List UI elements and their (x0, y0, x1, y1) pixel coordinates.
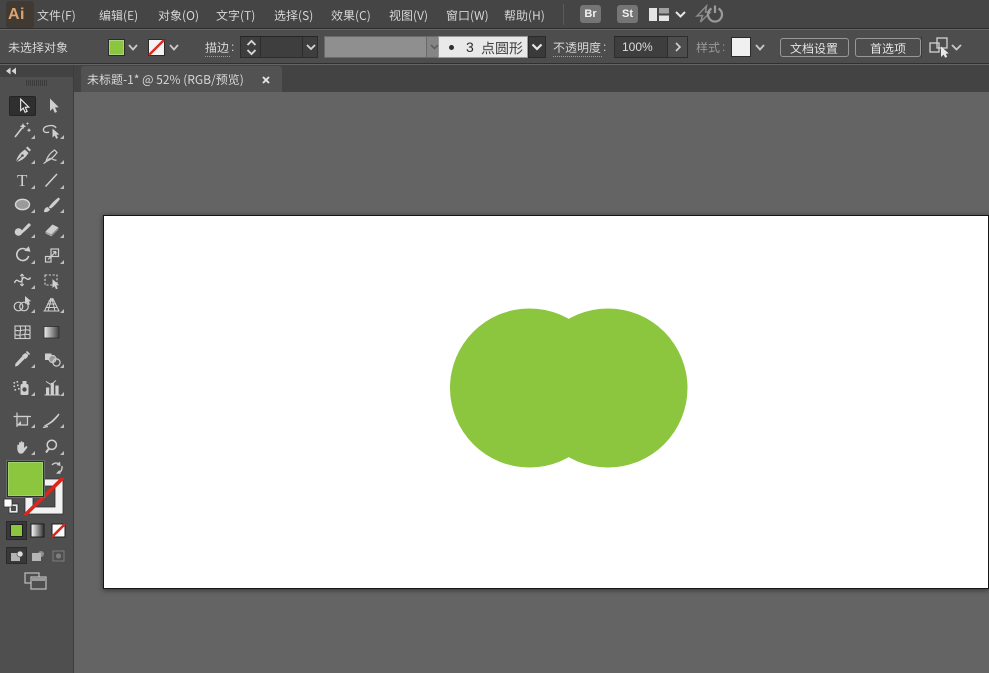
svg-text:T: T (17, 171, 28, 190)
